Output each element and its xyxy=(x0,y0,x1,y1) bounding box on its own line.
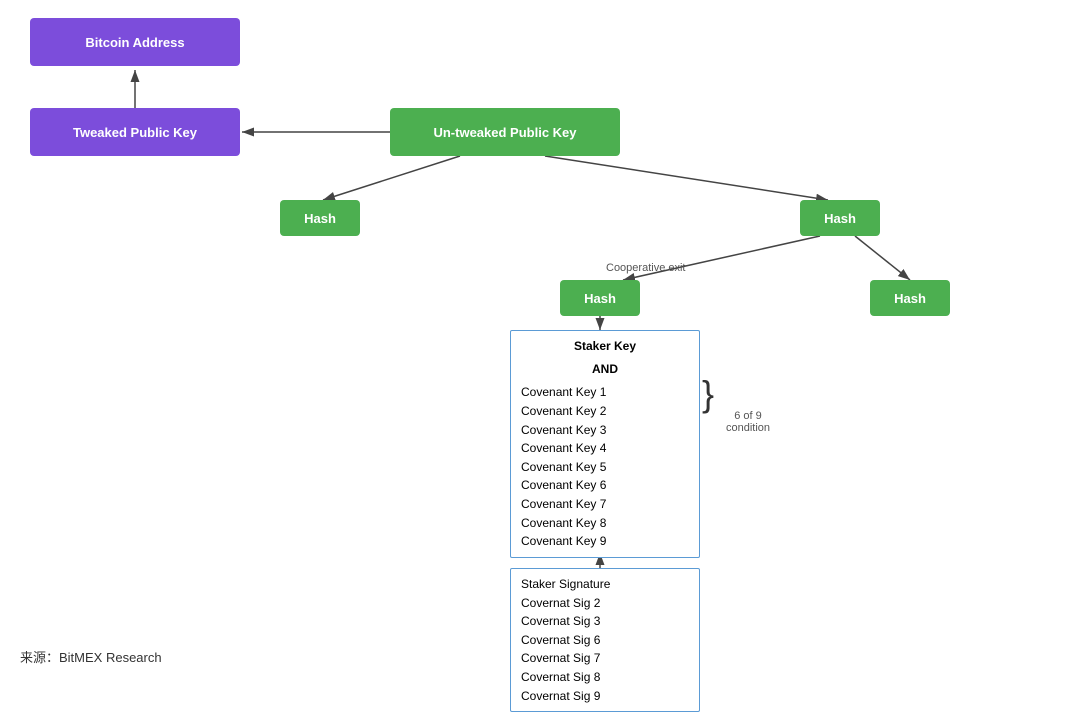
sig-item: Covernat Sig 8 xyxy=(521,668,689,687)
hash-far-right-label: Hash xyxy=(894,291,926,306)
covenant-key-item: Covenant Key 5 xyxy=(521,458,689,477)
bitcoin-address-node: Bitcoin Address xyxy=(30,18,240,66)
sig-item: Covernat Sig 2 xyxy=(521,594,689,613)
sig-item: Staker Signature xyxy=(521,575,689,594)
source-label: 来源：BitMEX Research xyxy=(20,647,162,666)
untweaked-public-key-label: Un-tweaked Public Key xyxy=(433,125,576,140)
covenant-key-item: Covenant Key 4 xyxy=(521,439,689,458)
sig-item: Covernat Sig 9 xyxy=(521,687,689,706)
sig-item: Covernat Sig 3 xyxy=(521,612,689,631)
tweaked-public-key-node: Tweaked Public Key xyxy=(30,108,240,156)
cooperative-exit-label: Cooperative exit xyxy=(606,262,686,274)
script-box-and: AND xyxy=(521,360,689,379)
covenant-keys-list: Covenant Key 1Covenant Key 2Covenant Key… xyxy=(521,383,689,550)
covenant-key-item: Covenant Key 9 xyxy=(521,532,689,551)
brace-symbol: } xyxy=(702,376,714,412)
covenant-key-item: Covenant Key 8 xyxy=(521,514,689,533)
hash-left-node: Hash xyxy=(280,200,360,236)
hash-center-label: Hash xyxy=(584,291,616,306)
untweaked-public-key-node: Un-tweaked Public Key xyxy=(390,108,620,156)
tweaked-public-key-label: Tweaked Public Key xyxy=(73,125,197,140)
script-box-title: Staker Key xyxy=(521,337,689,356)
sig-item: Covernat Sig 6 xyxy=(521,631,689,650)
sig-item: Covernat Sig 7 xyxy=(521,649,689,668)
hash-right-node: Hash xyxy=(800,200,880,236)
hash-center-node: Hash xyxy=(560,280,640,316)
diagram-container: Bitcoin Address Tweaked Public Key Un-tw… xyxy=(0,0,1080,680)
covenant-key-item: Covenant Key 7 xyxy=(521,495,689,514)
covenant-key-item: Covenant Key 3 xyxy=(521,421,689,440)
covenant-key-item: Covenant Key 1 xyxy=(521,383,689,402)
hash-left-label: Hash xyxy=(304,211,336,226)
bitcoin-address-label: Bitcoin Address xyxy=(85,35,184,50)
condition-label: 6 of 9 condition xyxy=(726,410,770,434)
covenant-key-item: Covenant Key 6 xyxy=(521,476,689,495)
covenant-key-item: Covenant Key 2 xyxy=(521,402,689,421)
script-box: Staker Key AND Covenant Key 1Covenant Ke… xyxy=(510,330,700,558)
hash-right-label: Hash xyxy=(824,211,856,226)
hash-far-right-node: Hash xyxy=(870,280,950,316)
sig-box: Staker SignatureCovernat Sig 2Covernat S… xyxy=(510,568,700,712)
